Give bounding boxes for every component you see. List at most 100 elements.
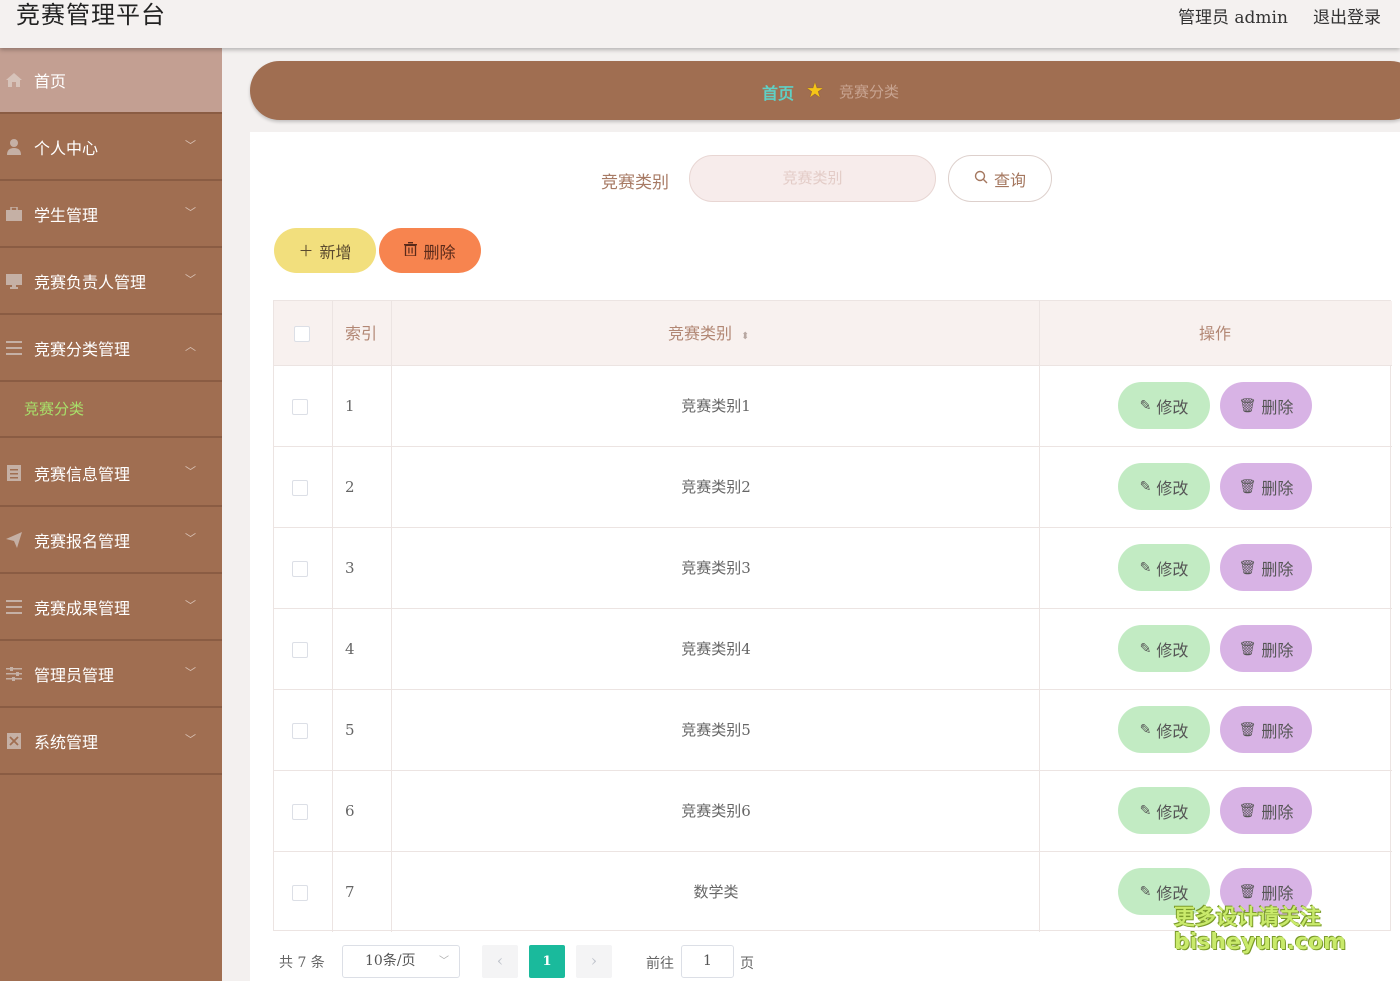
next-page-button[interactable]: › <box>576 945 612 978</box>
pagination-total: 共 7 条 <box>279 955 325 971</box>
chevron-down-icon: ﹀ <box>185 273 196 286</box>
row-checkbox[interactable] <box>292 642 308 658</box>
edit-label: 修改 <box>1156 640 1189 660</box>
delete-button[interactable]: 🗑 删除 <box>1220 787 1312 834</box>
row-checkbox[interactable] <box>292 804 308 820</box>
sidebar-item-label: 竞赛信息管理 <box>34 465 131 484</box>
sidebar-item-results[interactable]: 竞赛成果管理 ﹀ <box>0 575 222 641</box>
delete-button[interactable]: 🗑 删除 <box>1220 625 1312 672</box>
chevron-up-icon: ︿ <box>185 340 196 353</box>
add-button-label: 新增 <box>319 242 352 262</box>
sidebar-item-label: 系统管理 <box>34 733 99 752</box>
logout-link[interactable]: 退出登录 <box>1313 3 1381 28</box>
edit-label: 修改 <box>1156 802 1189 822</box>
sidebar-subitem-category[interactable]: 竞赛分类 <box>0 380 222 438</box>
top-header: 竞赛管理平台 管理员 admin 退出登录 <box>0 0 1400 48</box>
document-icon <box>6 465 22 481</box>
delete-label: 删除 <box>1261 883 1294 903</box>
monitor-icon <box>6 273 22 289</box>
search-label: 竞赛类别 <box>601 173 669 193</box>
menu-icon <box>6 599 22 615</box>
row-index: 5 <box>345 721 355 739</box>
trash-icon: 🗑 <box>1238 883 1257 900</box>
breadcrumb-current: 竞赛分类 <box>839 83 900 101</box>
row-category: 竞赛类别6 <box>681 802 751 820</box>
prev-page-button[interactable]: ‹ <box>482 945 518 978</box>
edit-icon: ✎ <box>1139 559 1152 576</box>
breadcrumb-home[interactable]: 首页 <box>762 80 794 104</box>
sidebar-item-category-mgmt[interactable]: 竞赛分类管理 ︿ <box>0 316 222 382</box>
edit-button[interactable]: ✎ 修改 <box>1118 787 1210 834</box>
sidebar-item-students[interactable]: 学生管理 ﹀ <box>0 182 222 248</box>
row-checkbox[interactable] <box>292 885 308 901</box>
row-index: 7 <box>345 883 355 901</box>
row-checkbox[interactable] <box>292 480 308 496</box>
sidebar-item-registration[interactable]: 竞赛报名管理 ﹀ <box>0 508 222 574</box>
goto-label: 前往 <box>646 956 674 972</box>
select-all-checkbox[interactable] <box>294 326 310 342</box>
header-category-label: 竞赛类别 <box>668 324 733 343</box>
trash-icon: 🗑 <box>1238 559 1257 576</box>
category-table: 索引 竞赛类别 ⬍ 操作 1 竞赛类别1 ✎ 修改 🗑 删除 2 竞赛类别2 ✎ 修改… <box>273 300 1392 932</box>
row-index: 4 <box>345 640 355 658</box>
sidebar-item-label: 学生管理 <box>34 206 99 225</box>
search-button[interactable]: 查询 <box>948 155 1052 202</box>
edit-button[interactable]: ✎ 修改 <box>1118 706 1210 753</box>
edit-label: 修改 <box>1156 559 1189 579</box>
home-icon <box>6 72 22 88</box>
edit-button[interactable]: ✎ 修改 <box>1118 463 1210 510</box>
row-checkbox[interactable] <box>292 561 308 577</box>
sidebar-item-admins[interactable]: 管理员管理 ﹀ <box>0 642 222 708</box>
row-checkbox[interactable] <box>292 723 308 739</box>
chevron-down-icon: ﹀ <box>185 733 196 746</box>
current-user: 管理员 admin <box>1178 8 1288 28</box>
star-icon: ★ <box>806 78 824 102</box>
delete-button[interactable]: 🗑 删除 <box>1220 463 1312 510</box>
delete-label: 删除 <box>1261 802 1294 822</box>
row-index: 2 <box>345 478 355 496</box>
sidebar-item-competition-info[interactable]: 竞赛信息管理 ﹀ <box>0 441 222 507</box>
edit-button[interactable]: ✎ 修改 <box>1118 625 1210 672</box>
edit-icon: ✎ <box>1139 883 1152 900</box>
trash-icon <box>404 241 418 260</box>
edit-button[interactable]: ✎ 修改 <box>1118 544 1210 591</box>
trash-icon: 🗑 <box>1238 640 1257 657</box>
sidebar-item-label: 竞赛负责人管理 <box>34 273 147 292</box>
table-row: 5 竞赛类别5 ✎ 修改 🗑 删除 <box>274 690 1392 771</box>
sort-icon[interactable]: ⬍ <box>741 331 749 342</box>
edit-button[interactable]: ✎ 修改 <box>1118 382 1210 429</box>
sidebar-item-profile[interactable]: 个人中心 ﹀ <box>0 115 222 181</box>
delete-button[interactable]: 🗑 删除 <box>1220 544 1312 591</box>
search-input[interactable]: 竞赛类别 <box>689 155 936 202</box>
page-size-select[interactable]: 10条/页 ﹀ <box>342 945 460 978</box>
table-row: 6 竞赛类别6 ✎ 修改 🗑 删除 <box>274 771 1392 852</box>
send-icon <box>6 532 22 548</box>
edit-icon: ✎ <box>1139 397 1152 414</box>
user-icon <box>6 139 22 155</box>
edit-label: 修改 <box>1156 883 1189 903</box>
list-icon <box>6 340 22 356</box>
sidebar-item-label: 首页 <box>34 72 67 91</box>
sidebar: 首页 个人中心 ﹀ 学生管理 ﹀ 竞赛负责人管理 ﹀ 竞赛分类管理 ︿ 竞赛分类… <box>0 48 222 981</box>
edit-icon: ✎ <box>1139 640 1152 657</box>
table-row: 2 竞赛类别2 ✎ 修改 🗑 删除 <box>274 447 1392 528</box>
search-button-label: 查询 <box>993 170 1026 190</box>
batch-delete-button[interactable]: 删除 <box>379 228 481 273</box>
row-checkbox[interactable] <box>292 399 308 415</box>
goto-page-suffix: 页 <box>740 956 754 972</box>
delete-button[interactable]: 🗑 删除 <box>1220 382 1312 429</box>
watermark-line2: bisheyun.com <box>1174 930 1347 955</box>
chevron-down-icon: ﹀ <box>185 465 196 478</box>
table-row: 3 竞赛类别3 ✎ 修改 🗑 删除 <box>274 528 1392 609</box>
sidebar-item-system[interactable]: 系统管理 ﹀ <box>0 709 222 775</box>
delete-button[interactable]: 🗑 删除 <box>1220 706 1312 753</box>
sidebar-item-label: 竞赛成果管理 <box>34 599 131 618</box>
header-category[interactable]: 竞赛类别 ⬍ <box>668 301 750 366</box>
goto-page-input[interactable]: 1 <box>681 945 734 978</box>
chevron-down-icon: ﹀ <box>185 599 196 612</box>
page-number-current[interactable]: 1 <box>529 945 565 978</box>
sidebar-item-managers[interactable]: 竞赛负责人管理 ﹀ <box>0 249 222 315</box>
sliders-icon <box>6 666 22 682</box>
add-button[interactable]: ＋ 新增 <box>274 228 376 273</box>
sidebar-item-home[interactable]: 首页 <box>0 48 222 114</box>
